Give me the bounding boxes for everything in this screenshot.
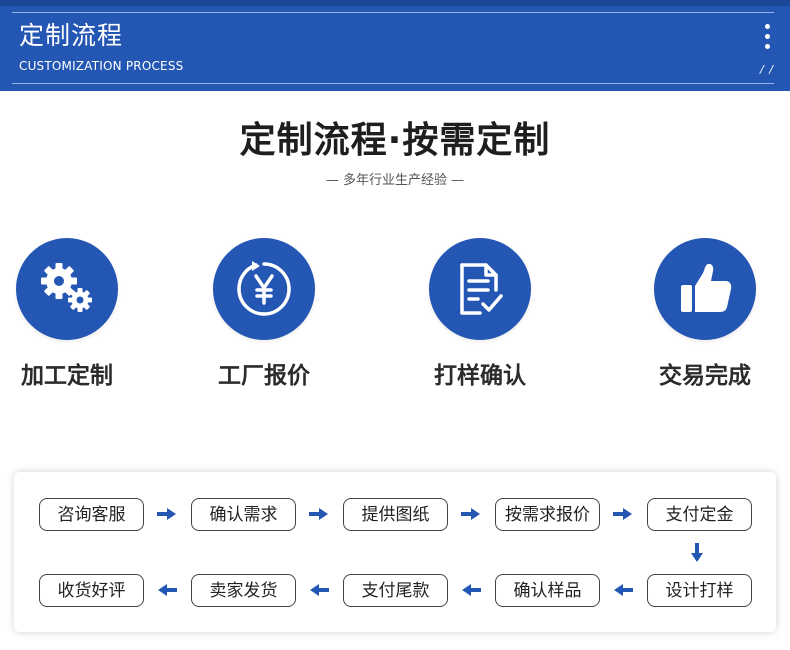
step-circle: [16, 238, 118, 340]
process-step-review: 收货好评: [39, 574, 144, 607]
banner-subtitle: CUSTOMIZATION PROCESS: [19, 59, 184, 73]
step-complete: 交易完成: [635, 238, 775, 391]
arrow-right-icon: [613, 507, 633, 521]
step-circle: [654, 238, 756, 340]
arrow-left-icon: [461, 583, 481, 597]
arrow-right-icon: [461, 507, 481, 521]
banner-title: 定制流程: [19, 21, 124, 50]
vertical-dots-icon: [765, 24, 771, 54]
step-label: 加工定制: [21, 363, 113, 389]
process-step-final-payment: 支付尾款: [343, 574, 448, 607]
thumbs-up-icon: [681, 263, 732, 312]
yen-cycle-icon: [237, 261, 291, 316]
banner-divider-top: [12, 12, 774, 13]
process-step-design-sample: 设计打样: [647, 574, 752, 607]
step-sample: 打样确认: [410, 238, 550, 391]
page-title: 定制流程·按需定制: [239, 120, 551, 161]
slash-decoration: / /: [760, 63, 774, 76]
process-step-quote: 按需求报价: [495, 498, 600, 531]
banner-divider-bottom: [12, 83, 774, 84]
page-tagline: — 多年行业生产经验 —: [325, 173, 465, 188]
document-check-icon: [460, 263, 503, 315]
step-customize: 加工定制: [0, 238, 137, 391]
arrow-left-icon: [309, 583, 329, 597]
arrow-down-icon: [690, 543, 704, 563]
arrow-right-icon: [309, 507, 329, 521]
step-circle: [429, 238, 531, 340]
arrow-right-icon: [157, 507, 177, 521]
process-step-deposit: 支付定金: [647, 498, 752, 531]
process-step-confirm-needs: 确认需求: [191, 498, 296, 531]
process-step-shipping: 卖家发货: [191, 574, 296, 607]
process-step-confirm-sample: 确认样品: [495, 574, 600, 607]
arrow-left-icon: [613, 583, 633, 597]
banner-top-stripe: [0, 0, 790, 6]
step-label: 交易完成: [659, 363, 751, 389]
step-quote: 工厂报价: [194, 238, 334, 391]
header-banner: 定制流程 CUSTOMIZATION PROCESS / /: [0, 0, 790, 91]
process-flow-panel: 咨询客服 确认需求 提供图纸 按需求报价 支付定金 收货好评 卖家发货 支付尾款…: [14, 472, 776, 632]
process-step-consult: 咨询客服: [39, 498, 144, 531]
gears-icon: [41, 263, 92, 312]
step-label: 工厂报价: [218, 363, 310, 389]
step-circle: [213, 238, 315, 340]
step-label: 打样确认: [434, 363, 526, 389]
arrow-left-icon: [157, 583, 177, 597]
process-step-drawings: 提供图纸: [343, 498, 448, 531]
